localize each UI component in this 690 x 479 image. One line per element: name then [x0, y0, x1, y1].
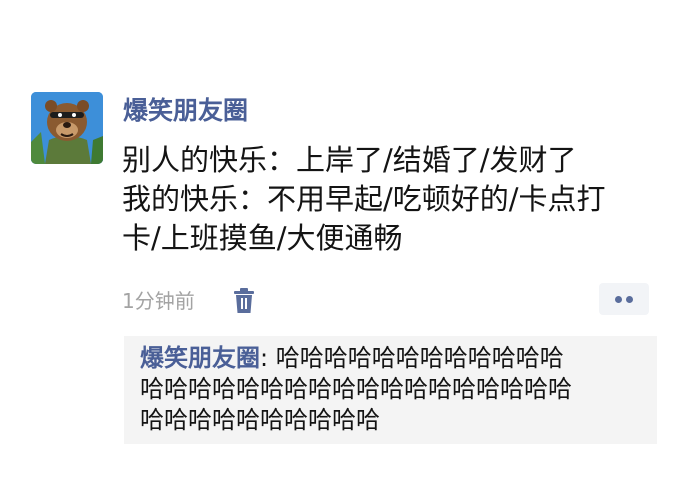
avatar[interactable]	[31, 92, 103, 164]
comment-line: 哈哈哈哈哈哈哈哈哈哈哈哈哈哈哈哈哈哈	[140, 375, 572, 403]
post-timestamp: 1分钟前	[122, 289, 195, 313]
post-line: 卡/上班摸鱼/大便通畅	[122, 221, 403, 255]
trash-icon[interactable]	[233, 288, 255, 314]
comment-text-line: 哈哈哈哈哈哈哈哈哈哈哈哈	[275, 344, 564, 372]
comment-separator: :	[260, 344, 276, 372]
post-content: 别人的快乐：上岸了/结婚了/发财了 我的快乐：不用早起/吃顿好的/卡点打 卡/上…	[122, 141, 642, 258]
comment-author[interactable]: 爆笑朋友圈	[140, 344, 260, 372]
comment-item[interactable]: 爆笑朋友圈: 哈哈哈哈哈哈哈哈哈哈哈哈 哈哈哈哈哈哈哈哈哈哈哈哈哈哈哈哈哈哈 哈…	[140, 343, 640, 436]
bear-avatar-icon	[31, 92, 103, 164]
more-dots-icon[interactable]	[599, 283, 649, 315]
post-author-name[interactable]: 爆笑朋友圈	[123, 94, 248, 128]
comment-line: 哈哈哈哈哈哈哈哈哈哈	[140, 406, 380, 434]
post-line: 我的快乐：不用早起/吃顿好的/卡点打	[122, 182, 606, 216]
comment-line: 爆笑朋友圈: 哈哈哈哈哈哈哈哈哈哈哈哈	[140, 343, 640, 374]
post-line: 别人的快乐：上岸了/结婚了/发财了	[122, 143, 577, 177]
dot	[626, 296, 633, 303]
dot	[615, 296, 622, 303]
comment-section: 爆笑朋友圈: 哈哈哈哈哈哈哈哈哈哈哈哈 哈哈哈哈哈哈哈哈哈哈哈哈哈哈哈哈哈哈 哈…	[124, 336, 657, 444]
